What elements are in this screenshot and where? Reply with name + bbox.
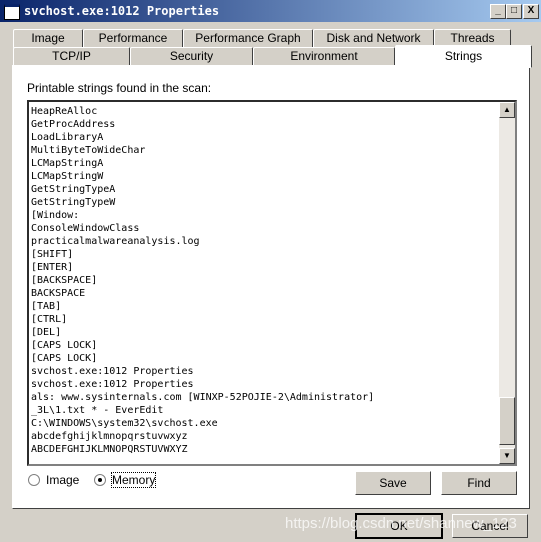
maximize-button[interactable]: □ <box>506 4 522 19</box>
tab-performance[interactable]: Performance <box>83 29 183 48</box>
string-row[interactable]: C:\WINDOWS\system32\svchost.exe <box>31 417 374 430</box>
radio-image-label: Image <box>46 473 80 487</box>
watermark: https://blog.csdn.net/shannew_123 <box>285 515 517 532</box>
string-row[interactable]: GetStringTypeA <box>31 183 374 196</box>
string-row[interactable]: GetProcAddress <box>31 118 374 131</box>
radio-memory-label: Memory <box>110 472 157 488</box>
strings-list[interactable]: HeapReAlloc GetProcAddress LoadLibraryA Mul… <box>27 100 517 466</box>
radio-circle[interactable] <box>28 474 40 486</box>
string-row[interactable]: [SHIFT] <box>31 248 374 261</box>
string-row[interactable]: BACKSPACE <box>31 287 374 300</box>
tab-image[interactable]: Image <box>13 29 83 48</box>
window-title: svchost.exe:1012 Properties <box>24 4 220 18</box>
app-icon <box>4 4 20 20</box>
string-row[interactable]: LoadLibraryA <box>31 131 374 144</box>
tab-security[interactable]: Security <box>130 47 253 66</box>
string-row[interactable]: [CAPS LOCK] <box>31 339 374 352</box>
strings-label: Printable strings found in the scan: <box>27 81 212 95</box>
minimize-button[interactable]: _ <box>490 4 506 19</box>
string-row[interactable]: [ENTER] <box>31 261 374 274</box>
radio-image[interactable]: Image <box>28 473 79 487</box>
string-row[interactable]: [DEL] <box>31 326 374 339</box>
scroll-thumb[interactable] <box>499 397 515 445</box>
radio-memory[interactable]: Memory <box>94 472 157 488</box>
tab-tcpip[interactable]: TCP/IP <box>13 47 130 66</box>
string-row[interactable]: svchost.exe:1012 Properties <box>31 365 374 378</box>
scroll-down-icon[interactable]: ▼ <box>499 448 515 464</box>
string-row[interactable]: svchost.exe:1012 Properties <box>31 378 374 391</box>
tab-strings[interactable]: Strings <box>395 45 532 68</box>
radio-circle-selected[interactable] <box>94 474 106 486</box>
string-row[interactable]: ABCDEFGHIJKLMNOPQRSTUVWXYZ <box>31 443 374 456</box>
string-row[interactable]: [Window: <box>31 209 374 222</box>
close-button[interactable]: X <box>523 4 539 19</box>
string-row[interactable]: MultiByteToWideChar <box>31 144 374 157</box>
find-button[interactable]: Find <box>441 471 517 495</box>
string-row[interactable]: LCMapStringW <box>31 170 374 183</box>
tab-performance-graph[interactable]: Performance Graph <box>183 29 313 48</box>
tab-environment[interactable]: Environment <box>253 47 395 66</box>
string-row[interactable]: GetStringTypeW <box>31 196 374 209</box>
string-row[interactable]: [CTRL] <box>31 313 374 326</box>
string-row[interactable]: _3L\1.txt * - EverEdit <box>31 404 374 417</box>
title-bar: svchost.exe:1012 Properties _ □ X <box>0 0 541 22</box>
string-row[interactable]: [BACKSPACE] <box>31 274 374 287</box>
string-row[interactable]: abcdefghijklmnopqrstuvwxyz <box>31 430 374 443</box>
scroll-up-icon[interactable]: ▲ <box>499 102 515 118</box>
string-row[interactable]: [CAPS LOCK] <box>31 352 374 365</box>
string-row[interactable]: als: www.sysinternals.com [WINXP-52POJIE… <box>31 391 374 404</box>
scrollbar[interactable]: ▲ ▼ <box>499 102 515 464</box>
string-row[interactable]: LCMapStringA <box>31 157 374 170</box>
string-row[interactable]: HeapReAlloc <box>31 105 374 118</box>
save-button[interactable]: Save <box>355 471 431 495</box>
string-row[interactable]: [TAB] <box>31 300 374 313</box>
string-row[interactable]: ConsoleWindowClass <box>31 222 374 235</box>
string-row[interactable]: practicalmalwareanalysis.log <box>31 235 374 248</box>
